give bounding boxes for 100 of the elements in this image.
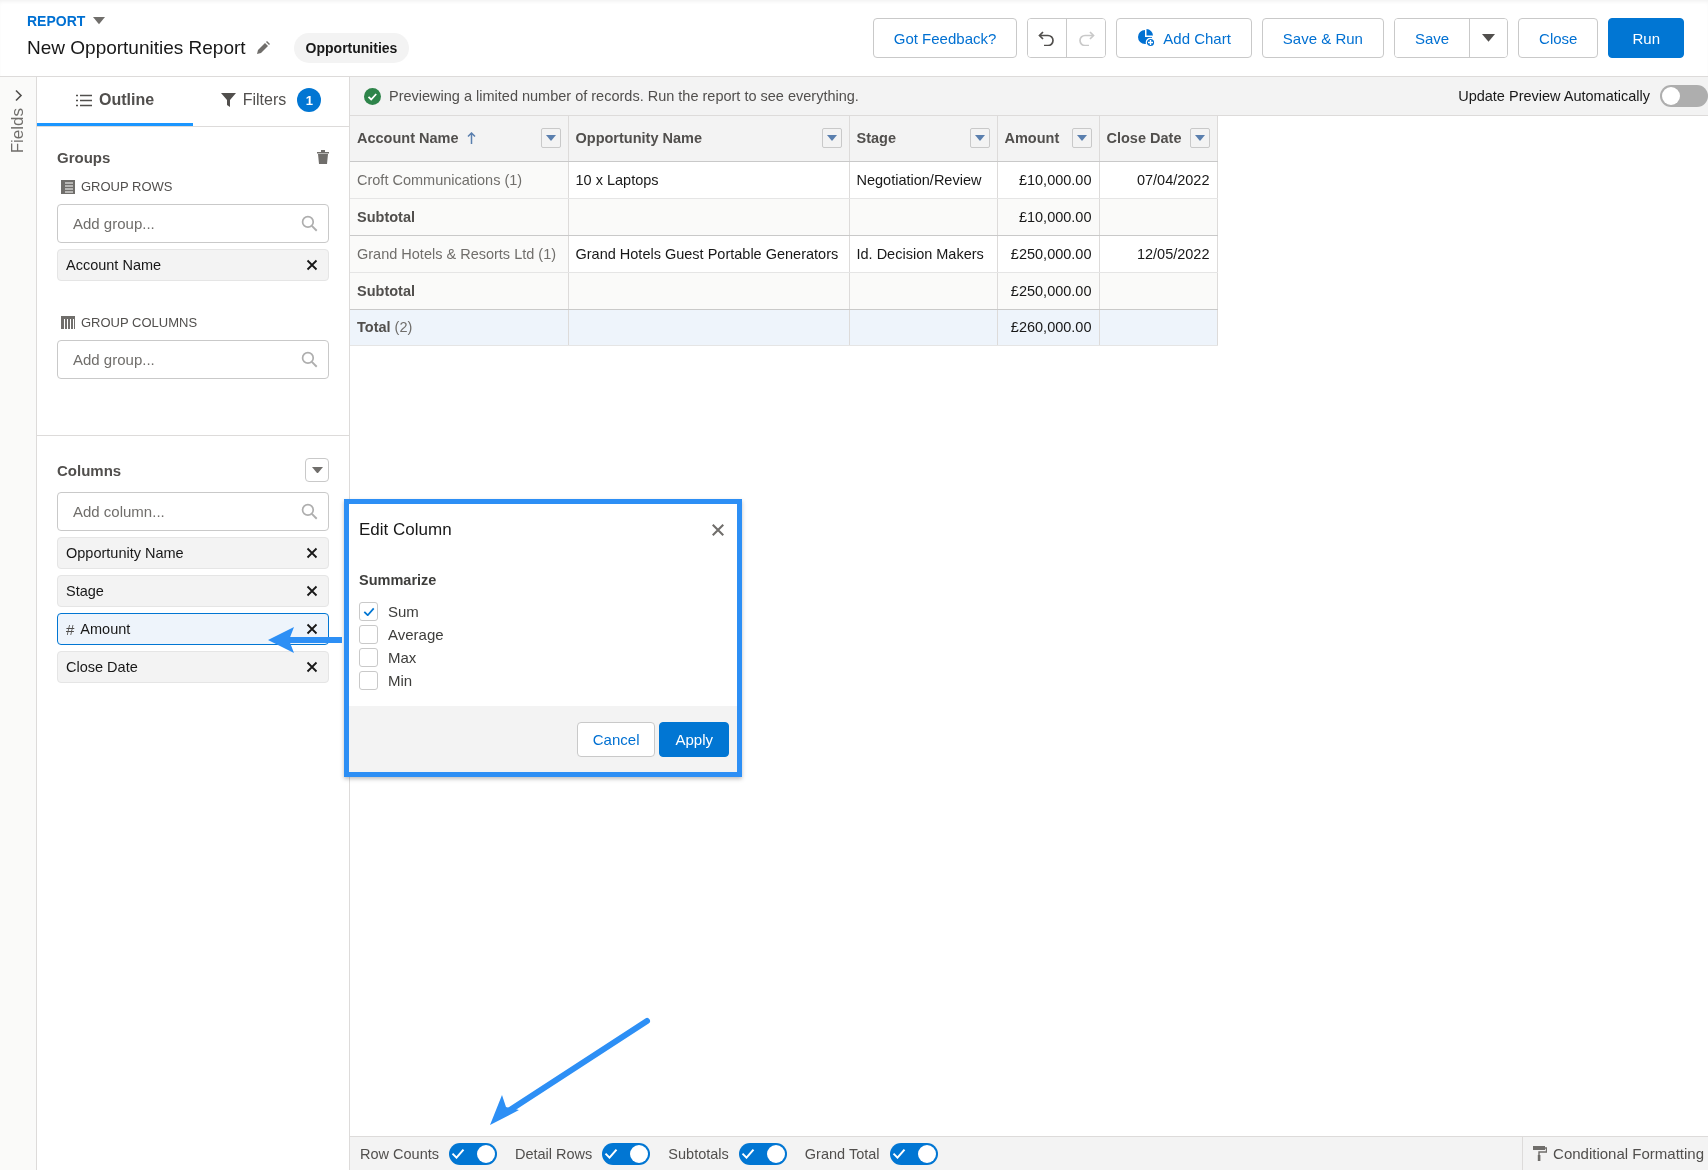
chip-label: Close Date bbox=[66, 659, 139, 675]
column-menu-button[interactable] bbox=[1071, 128, 1092, 149]
section-title: Summarize bbox=[358, 571, 438, 590]
close-icon bbox=[306, 623, 318, 635]
table-cell: £10,000.00 bbox=[997, 161, 1099, 198]
pencil-icon[interactable] bbox=[255, 41, 270, 55]
remove-button[interactable] bbox=[304, 621, 320, 637]
column-menu-button[interactable] bbox=[821, 128, 842, 149]
toggle-label: Row Counts bbox=[360, 1145, 439, 1162]
table-cell: Negotiation/Review bbox=[849, 161, 997, 198]
caret-icon bbox=[311, 466, 323, 474]
report-type-link[interactable]: REPORT bbox=[27, 13, 106, 29]
chip-label: Amount bbox=[80, 621, 132, 637]
checkbox[interactable] bbox=[359, 648, 378, 667]
panel-tab[interactable]: Filters 1 bbox=[193, 77, 349, 126]
section-title: Columns bbox=[57, 461, 122, 479]
filter-icon bbox=[220, 92, 236, 108]
checkbox[interactable] bbox=[359, 602, 378, 621]
caret-icon bbox=[545, 135, 556, 142]
close-icon bbox=[306, 547, 318, 559]
auto-update-switch[interactable] bbox=[1660, 85, 1708, 107]
panel-tab[interactable]: Outline bbox=[37, 77, 193, 126]
paint-roller-icon bbox=[1533, 1146, 1548, 1161]
column-menu-button[interactable] bbox=[540, 128, 561, 149]
column-header: Amount bbox=[997, 116, 1099, 161]
table-cell: £10,000.00 bbox=[997, 198, 1099, 235]
column-menu-button[interactable] bbox=[1189, 128, 1210, 149]
remove-button[interactable] bbox=[304, 545, 320, 561]
rows-icon bbox=[61, 179, 75, 194]
chip-label: Stage bbox=[66, 583, 105, 599]
column-chip[interactable]: Stage bbox=[57, 575, 329, 607]
fields-tab[interactable]: Fields bbox=[8, 108, 28, 154]
redo-icon bbox=[1077, 30, 1096, 46]
cancel-button[interactable]: Cancel bbox=[576, 721, 656, 757]
table-cell: 10 x Laptops bbox=[568, 161, 849, 198]
column-header: Opportunity Name bbox=[568, 116, 849, 161]
column-search-field[interactable]: Add column... bbox=[57, 492, 329, 531]
remove-button[interactable] bbox=[304, 257, 320, 273]
column-chip[interactable]: Close Date bbox=[57, 651, 329, 683]
close-icon bbox=[711, 523, 725, 537]
table-cell: £250,000.00 bbox=[997, 235, 1099, 272]
chip-label: Account Name bbox=[66, 257, 163, 273]
search-icon bbox=[301, 351, 318, 368]
search-icon bbox=[301, 215, 318, 232]
caret-icon bbox=[1482, 34, 1496, 42]
checkbox[interactable] bbox=[359, 671, 378, 690]
remove-button[interactable] bbox=[304, 659, 320, 675]
toolbar-button[interactable]: Close bbox=[1518, 18, 1599, 58]
column-chip[interactable]: # Amount bbox=[57, 613, 329, 645]
close-icon bbox=[306, 585, 318, 597]
toggle-switch[interactable] bbox=[602, 1142, 651, 1165]
table-cell: Grand Hotels & Resorts Ltd (1) bbox=[350, 235, 568, 272]
column-header: Account Name bbox=[350, 116, 568, 161]
table-cell: Subtotal bbox=[350, 198, 568, 235]
table-cell: Grand Hotels Guest Portable Generators bbox=[568, 235, 849, 272]
table-cell: £260,000.00 bbox=[997, 309, 1099, 345]
close-button[interactable] bbox=[709, 521, 727, 539]
toggle-switch[interactable] bbox=[738, 1142, 787, 1165]
toolbar-button[interactable]: Save & Run bbox=[1261, 18, 1384, 58]
columns-menu-button[interactable] bbox=[305, 458, 329, 482]
add-chart-button[interactable]: Add Chart bbox=[1116, 18, 1252, 58]
group-search-field[interactable]: Add group... bbox=[57, 340, 329, 379]
option-label: Min bbox=[388, 672, 413, 689]
caret-icon bbox=[826, 135, 837, 142]
column-header: Stage bbox=[849, 116, 997, 161]
check-icon bbox=[891, 1147, 906, 1160]
toggle-switch[interactable] bbox=[889, 1142, 938, 1165]
count-badge: 1 bbox=[297, 88, 322, 112]
save-menu-button[interactable] bbox=[1469, 19, 1508, 57]
type-symbol: # bbox=[66, 620, 75, 638]
column-header: Close Date bbox=[1099, 116, 1217, 161]
remove-button[interactable] bbox=[304, 583, 320, 599]
column-chip[interactable]: Opportunity Name bbox=[57, 537, 329, 569]
close-icon bbox=[306, 661, 318, 673]
toolbar-button[interactable]: Got Feedback? bbox=[872, 18, 1018, 58]
close-icon bbox=[306, 259, 318, 271]
report-type-badge: Opportunities bbox=[293, 33, 410, 63]
table-cell: Subtotal bbox=[350, 272, 568, 309]
run-button[interactable]: Run bbox=[1608, 18, 1684, 58]
column-menu-button[interactable] bbox=[969, 128, 990, 149]
caret-icon bbox=[974, 135, 985, 142]
chevron-icon[interactable] bbox=[13, 89, 23, 102]
option-label: Sum bbox=[388, 603, 419, 620]
check-icon bbox=[604, 1147, 619, 1160]
table-cell: Croft Communications (1) bbox=[350, 161, 568, 198]
checkbox[interactable] bbox=[359, 625, 378, 644]
table-cell: 12/05/2022 bbox=[1099, 235, 1217, 272]
check-icon bbox=[362, 606, 375, 617]
trash-icon[interactable] bbox=[317, 150, 329, 164]
group-search-field[interactable]: Add group... bbox=[57, 204, 329, 243]
success-icon bbox=[364, 87, 381, 105]
chart-icon bbox=[1137, 29, 1156, 47]
subsection-label: GROUP ROWS bbox=[81, 179, 173, 194]
undo-icon bbox=[1038, 30, 1057, 46]
toggle-switch[interactable] bbox=[449, 1142, 497, 1165]
preview-notice: Previewing a limited number of records. Run the report to see everything. bbox=[389, 88, 860, 104]
check-icon bbox=[740, 1147, 755, 1160]
check-icon bbox=[451, 1147, 465, 1160]
caret-icon bbox=[1194, 135, 1205, 142]
apply-button[interactable]: Apply bbox=[659, 721, 729, 757]
